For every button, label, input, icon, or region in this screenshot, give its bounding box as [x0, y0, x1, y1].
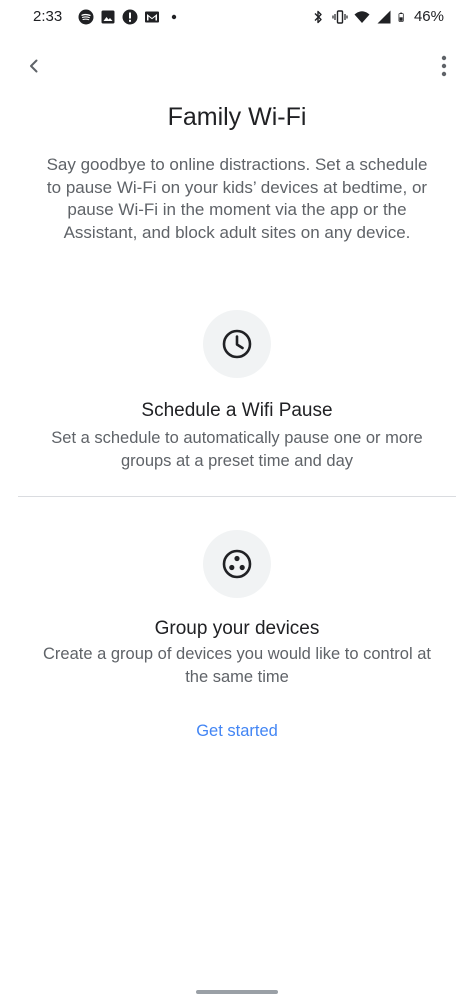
dot-icon — [171, 14, 177, 20]
back-button[interactable] — [18, 50, 50, 82]
gesture-nav-handle[interactable] — [196, 990, 278, 994]
status-time: 2:33 — [33, 8, 63, 25]
alert-icon — [122, 9, 138, 25]
page-title: Family Wi-Fi — [167, 103, 307, 131]
cta-row: Get started — [0, 722, 474, 741]
feature-desc-schedule: Set a schedule to automatically pause on… — [51, 429, 423, 470]
feature-desc-group: Create a group of devices you would like… — [43, 645, 431, 686]
divider — [18, 496, 456, 497]
more-vert-icon — [441, 55, 447, 77]
device-group-icon — [222, 549, 252, 579]
chevron-left-icon — [30, 59, 38, 73]
get-started-button[interactable]: Get started — [196, 722, 278, 740]
status-bar: 2:33 46% — [0, 0, 474, 34]
page-intro: Say goodbye to online distractions. Set … — [46, 155, 428, 242]
cellular-icon — [377, 10, 391, 23]
spotify-icon — [78, 9, 94, 25]
feature-title-schedule: Schedule a Wifi Pause — [141, 400, 333, 421]
overflow-menu-button[interactable] — [428, 50, 460, 82]
gmail-icon — [145, 11, 159, 23]
bluetooth-icon — [314, 10, 322, 23]
feature-title-group: Group your devices — [154, 618, 320, 639]
system-icons: 46% — [310, 8, 444, 25]
clock-icon — [222, 329, 252, 359]
vibrate-icon — [332, 9, 348, 24]
battery-icon — [398, 12, 404, 22]
battery-percent: 46% — [413, 8, 444, 25]
feature-icon-group — [203, 530, 271, 598]
wifi-icon — [354, 10, 370, 23]
app-bar — [0, 44, 474, 88]
feature-icon-schedule — [203, 310, 271, 378]
image-icon — [101, 10, 115, 24]
notification-icons — [78, 9, 182, 25]
